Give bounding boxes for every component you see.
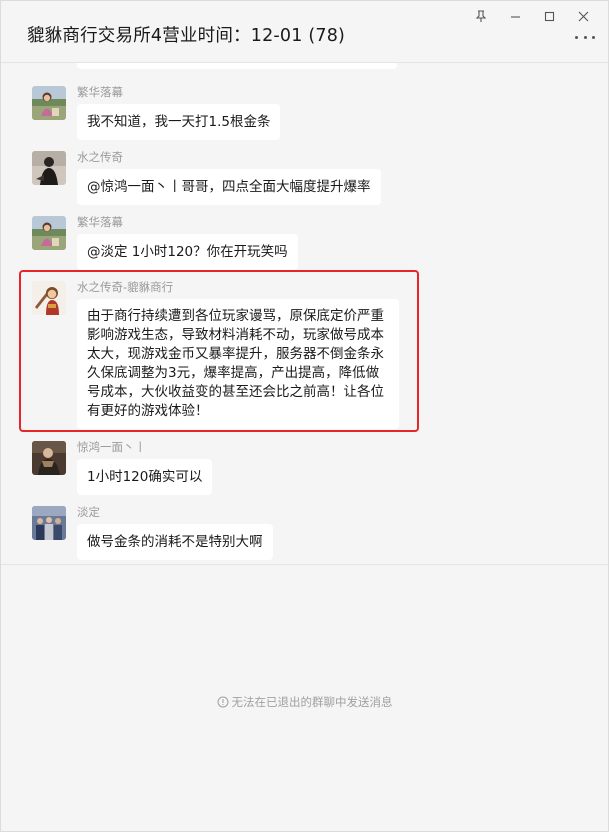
sender-name: 水之传奇 bbox=[77, 150, 123, 164]
avatar[interactable] bbox=[32, 216, 66, 250]
minimize-button[interactable] bbox=[498, 6, 532, 26]
message-bubble[interactable]: 我不知道，我一天打1.5根金条 bbox=[77, 104, 281, 140]
window-controls bbox=[464, 6, 600, 26]
dot-icon bbox=[592, 35, 595, 39]
message-bubble[interactable]: @惊鸿一面丶丨哥哥，四点全面大幅度提升爆率 bbox=[77, 169, 381, 205]
minimize-icon bbox=[510, 15, 520, 18]
sender-name: 繁华落幕 bbox=[77, 85, 123, 99]
dot-icon bbox=[583, 35, 587, 39]
close-icon bbox=[578, 11, 588, 21]
message-bubble[interactable]: 1小时120确实可以 bbox=[77, 459, 213, 495]
maximize-icon bbox=[544, 11, 554, 21]
pin-button[interactable] bbox=[464, 6, 498, 26]
avatar[interactable] bbox=[32, 506, 66, 540]
avatar[interactable] bbox=[32, 281, 66, 315]
previous-message-bubble bbox=[77, 63, 397, 69]
more-options-button[interactable] bbox=[575, 31, 595, 43]
chat-window: 貔貅商行交易所4营业时间：12-01 (78) 繁华落幕 我不知道，我一天打1.… bbox=[0, 0, 609, 832]
message-bubble[interactable]: @淡定 1小时120？你在开玩笑吗 bbox=[77, 234, 298, 270]
dot-icon bbox=[575, 35, 578, 39]
pin-icon bbox=[475, 9, 487, 22]
sender-name: 淡定 bbox=[77, 505, 100, 519]
avatar-crowd-photo-icon bbox=[32, 506, 66, 540]
message-list[interactable]: 繁华落幕 我不知道，我一天打1.5根金条 水之传奇 @惊鸿一面丶丨哥哥，四点全面… bbox=[1, 63, 608, 565]
notice-text: 无法在已退出的群聊中发送消息 bbox=[231, 695, 393, 709]
avatar-dark-figure-icon bbox=[32, 151, 66, 185]
avatar[interactable] bbox=[32, 441, 66, 475]
avatar-cartoon-warrior-icon bbox=[32, 281, 66, 315]
avatar[interactable] bbox=[32, 151, 66, 185]
message-bubble[interactable]: 由于商行持续遭到各位玩家谩骂，原保底定价严重影响游戏生态，导致材料消耗不动，玩家… bbox=[77, 299, 399, 429]
chat-title: 貔貅商行交易所4营业时间：12-01 (78) bbox=[27, 26, 346, 46]
sender-name: 惊鸿一面丶丨 bbox=[77, 440, 146, 454]
close-button[interactable] bbox=[566, 6, 600, 26]
maximize-button[interactable] bbox=[532, 6, 566, 26]
info-icon bbox=[217, 696, 228, 708]
avatar[interactable] bbox=[32, 86, 66, 120]
sender-name: 繁华落幕 bbox=[77, 215, 123, 229]
group-exit-notice: 无法在已退出的群聊中发送消息 bbox=[1, 694, 608, 710]
message-bubble[interactable]: 做号金条的消耗不是特别大啊 bbox=[77, 524, 273, 560]
sender-name: 水之传奇-貔貅商行 bbox=[77, 280, 174, 294]
avatar-game-character-icon bbox=[32, 441, 66, 475]
avatar-woman-outdoor-icon bbox=[32, 216, 66, 250]
avatar-woman-outdoor-icon bbox=[32, 86, 66, 120]
